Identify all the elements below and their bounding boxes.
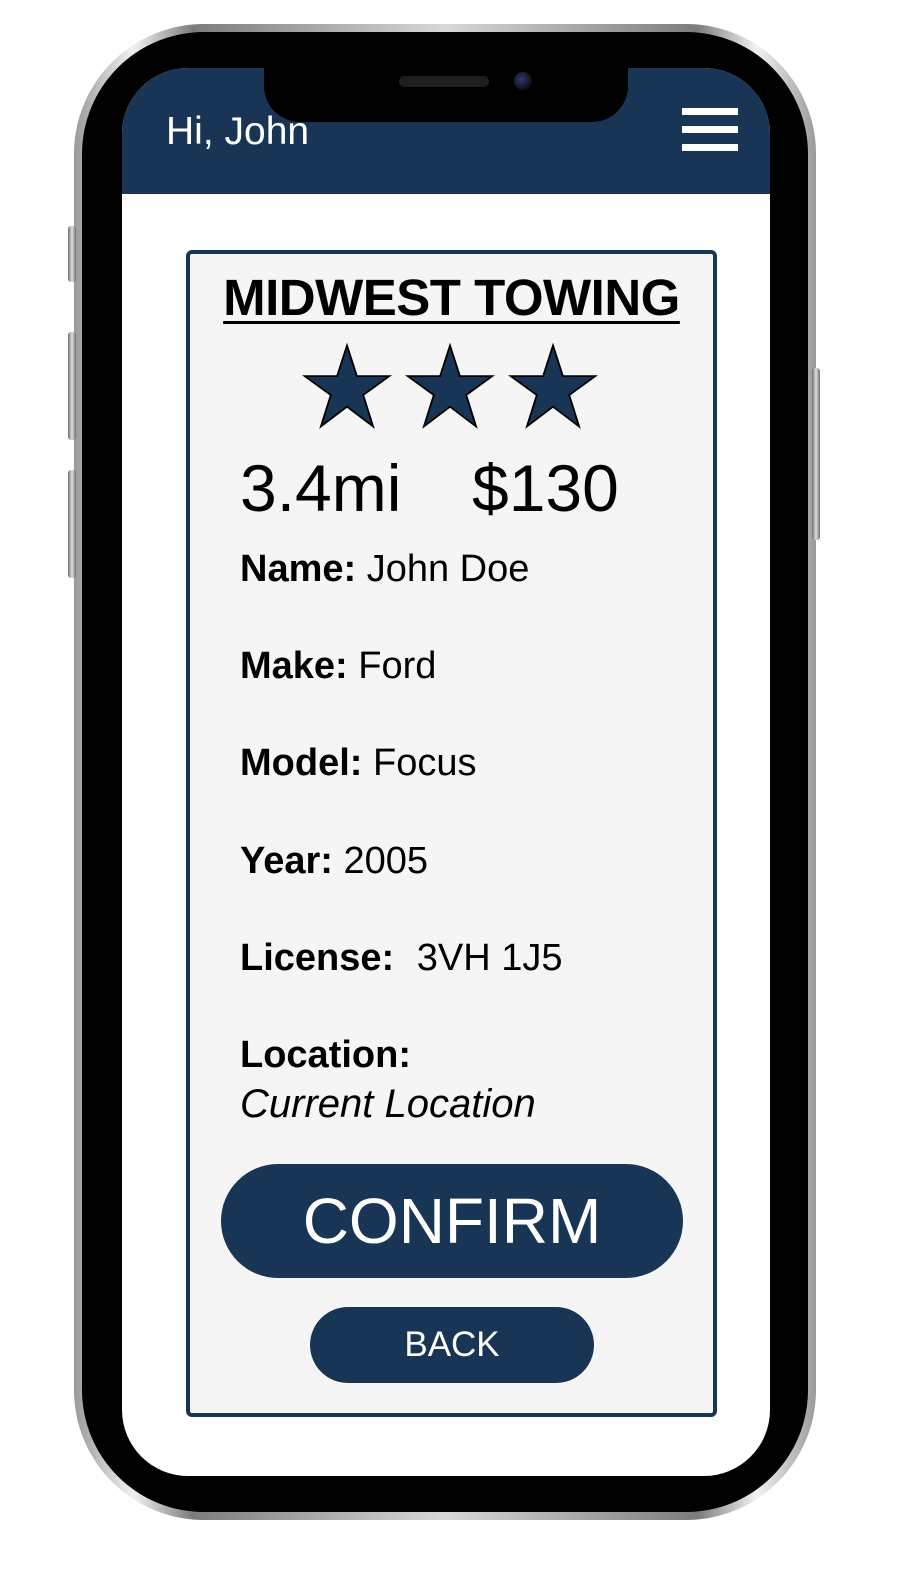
- detail-label: Name:: [240, 548, 357, 590]
- detail-value: Focus: [373, 742, 477, 784]
- detail-label: License:: [240, 937, 395, 979]
- detail-value: 2005: [343, 840, 429, 882]
- detail-label: Year:: [240, 840, 333, 882]
- mute-switch: [68, 226, 76, 282]
- detail-value: 3VH 1J5: [416, 937, 563, 979]
- hamburger-menu-icon[interactable]: [682, 108, 738, 152]
- star-icon: [302, 342, 392, 429]
- company-name: MIDWEST TOWING: [223, 269, 680, 326]
- volume-up-button: [68, 332, 76, 440]
- star-icon: [508, 342, 598, 429]
- detail-make: Make: Ford: [240, 645, 436, 688]
- detail-label: Model:: [240, 742, 363, 784]
- rating-stars: [302, 342, 602, 432]
- detail-year: Year: 2005: [240, 840, 428, 883]
- tow-offer-card: MIDWEST TOWING 3.4mi $130 Name: John Doe…: [186, 250, 717, 1417]
- detail-location-value: Current Location: [240, 1082, 536, 1126]
- phone-notch: [264, 60, 628, 122]
- front-camera: [514, 72, 532, 90]
- detail-label: Make:: [240, 645, 348, 687]
- detail-model: Model: Focus: [240, 742, 476, 785]
- back-button[interactable]: BACK: [310, 1307, 594, 1383]
- detail-license: License: 3VH 1J5: [240, 937, 562, 980]
- detail-location-label: Location:: [240, 1034, 411, 1076]
- detail-value: John Doe: [366, 548, 530, 590]
- detail-name: Name: John Doe: [240, 548, 529, 591]
- power-button: [812, 368, 820, 540]
- distance-value: 3.4mi: [240, 451, 402, 525]
- price-value: $130: [472, 451, 619, 525]
- detail-value: Ford: [358, 645, 437, 687]
- star-icon: [405, 342, 495, 429]
- volume-down-button: [68, 470, 76, 578]
- earpiece-speaker: [399, 76, 489, 87]
- confirm-button[interactable]: CONFIRM: [221, 1164, 683, 1278]
